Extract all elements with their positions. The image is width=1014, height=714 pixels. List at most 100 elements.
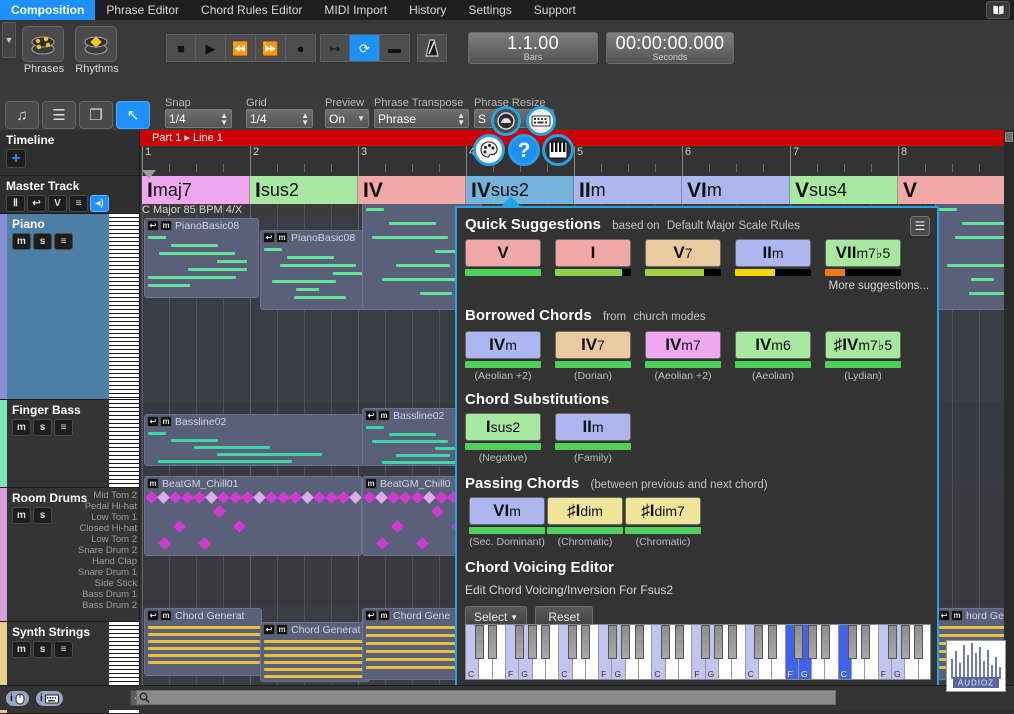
clip-loop-button[interactable]: ↩ bbox=[938, 610, 950, 621]
clip-loop-button[interactable]: ↩ bbox=[365, 610, 377, 621]
phrases-button[interactable]: Phrases bbox=[22, 26, 66, 75]
menu-item-settings[interactable]: Settings bbox=[457, 0, 522, 20]
piano-black-key[interactable] bbox=[528, 625, 537, 659]
knob-icon[interactable] bbox=[491, 106, 521, 136]
voicing-piano-keyboard[interactable]: CFGCFGCFGCFGCFG bbox=[465, 624, 931, 680]
manual-button[interactable] bbox=[986, 1, 1010, 19]
clip[interactable]: ↩mBassline02 bbox=[144, 414, 364, 466]
forward-button[interactable]: ⏩ bbox=[256, 34, 286, 62]
chord-block[interactable]: VIm bbox=[682, 176, 790, 204]
chord-chip[interactable]: IVm7 bbox=[645, 331, 721, 359]
piano-black-key[interactable] bbox=[848, 625, 857, 659]
chord-chip[interactable]: Isus2 bbox=[465, 413, 541, 441]
chord-block[interactable]: IV bbox=[358, 176, 466, 204]
preview-select[interactable]: On▼ bbox=[325, 109, 369, 128]
menu-item-support[interactable]: Support bbox=[523, 0, 587, 20]
clip-mute-button[interactable]: m bbox=[378, 610, 390, 621]
chord-track[interactable]: Imaj7Isus2IVIVsus2IImVImVsus4V bbox=[140, 176, 1004, 204]
piano-black-key[interactable] bbox=[821, 625, 830, 659]
track-button-menu[interactable]: ≡ bbox=[54, 233, 73, 250]
clip-loop-button[interactable]: ↩ bbox=[365, 410, 377, 421]
keyboard-icon[interactable] bbox=[526, 106, 556, 136]
record-button[interactable]: ● bbox=[286, 34, 316, 62]
chord-block[interactable]: Isus2 bbox=[250, 176, 358, 204]
phrase-transpose-spinner-icon[interactable]: ▲▼ bbox=[457, 112, 465, 126]
chord-chip[interactable]: ♯Idim bbox=[547, 497, 623, 525]
piano-black-key[interactable] bbox=[488, 625, 497, 659]
clip-mute-button[interactable]: m bbox=[951, 610, 963, 621]
loop-button[interactable]: ⟳ bbox=[350, 34, 380, 62]
piano-black-key[interactable] bbox=[541, 625, 550, 659]
master-list[interactable]: ≡ bbox=[69, 195, 88, 212]
grid-select[interactable]: 1/4▲▼ bbox=[246, 109, 313, 128]
menu-item-composition[interactable]: Composition bbox=[0, 0, 95, 20]
palette-icon[interactable] bbox=[473, 134, 505, 166]
more-suggestions-link[interactable]: More suggestions... bbox=[829, 280, 929, 292]
clip-loop-button[interactable]: ↩ bbox=[147, 416, 159, 427]
chord-block[interactable]: Vsus4 bbox=[790, 176, 898, 204]
keyboard-info-icon[interactable]: i bbox=[36, 691, 63, 706]
track-button-mute[interactable]: m bbox=[12, 419, 31, 436]
clip[interactable]: ↩mPianoBasic08 bbox=[260, 230, 370, 310]
toolbar-collapse-arrow[interactable]: ▼ bbox=[2, 22, 16, 58]
clip-mute-button[interactable]: m bbox=[160, 220, 172, 231]
rhythms-button[interactable]: Rhythms bbox=[75, 26, 119, 75]
phrase-transpose-select[interactable]: Phrase▲▼ bbox=[374, 109, 469, 128]
chord-chip[interactable]: IV7 bbox=[555, 331, 631, 359]
position-bars-display[interactable]: 1.1.00 Bars bbox=[468, 32, 598, 64]
add-timeline-button[interactable]: + bbox=[6, 149, 26, 168]
playhead-marker[interactable] bbox=[142, 170, 156, 179]
chord-chip[interactable]: ♯Idim7 bbox=[625, 497, 701, 525]
piano-icon[interactable] bbox=[542, 134, 574, 166]
piano-black-key[interactable] bbox=[861, 625, 870, 659]
stop-button[interactable]: ■ bbox=[166, 34, 196, 62]
master-loop[interactable]: ↩ bbox=[27, 195, 46, 212]
structure-tool[interactable]: ☰ bbox=[42, 101, 76, 129]
metronome-button[interactable] bbox=[417, 34, 447, 62]
chord-chip[interactable]: ♯IVm7♭5 bbox=[825, 331, 901, 359]
chord-chip[interactable]: V bbox=[465, 239, 541, 267]
search-input[interactable] bbox=[136, 690, 836, 705]
menu-item-history[interactable]: History bbox=[398, 0, 457, 20]
preview-spinner-icon[interactable]: ▼ bbox=[357, 115, 365, 122]
clip-mute-button[interactable]: m bbox=[365, 478, 377, 489]
mouse-info-icon[interactable]: i bbox=[6, 691, 29, 706]
piano-black-key[interactable] bbox=[675, 625, 684, 659]
note-tool[interactable]: ♫ bbox=[5, 101, 39, 129]
chord-block[interactable]: IIm bbox=[574, 176, 682, 204]
piano-black-key[interactable] bbox=[888, 625, 897, 659]
clip-loop-button[interactable]: ↩ bbox=[263, 624, 275, 635]
track-button-mute[interactable]: m bbox=[12, 233, 31, 250]
range-button[interactable]: ↦ bbox=[320, 34, 350, 62]
help-icon[interactable]: ? bbox=[508, 134, 540, 166]
piano-black-key[interactable] bbox=[475, 625, 484, 659]
piano-black-key[interactable] bbox=[568, 625, 577, 659]
piano-black-key[interactable] bbox=[621, 625, 630, 659]
master-speaker[interactable]: ◂) bbox=[90, 195, 109, 212]
clip-mute-button[interactable]: m bbox=[378, 410, 390, 421]
piano-black-key[interactable] bbox=[635, 625, 644, 659]
rewind-button[interactable]: ⏪ bbox=[226, 34, 256, 62]
grid-spinner-icon[interactable]: ▲▼ bbox=[301, 112, 309, 126]
clip-mute-button[interactable]: m bbox=[147, 478, 159, 489]
clip-mute-button[interactable]: m bbox=[276, 624, 288, 635]
menu-item-midi-import[interactable]: MIDI Import bbox=[313, 0, 398, 20]
track-button-solo[interactable]: s bbox=[33, 419, 52, 436]
chord-chip[interactable]: IVm6 bbox=[735, 331, 811, 359]
track-button-menu[interactable]: ≡ bbox=[54, 419, 73, 436]
clip[interactable]: ↩mianoBasic0 bbox=[935, 190, 1004, 310]
chord-chip[interactable]: IIm bbox=[555, 413, 631, 441]
snap-select[interactable]: 1/4▲▼ bbox=[165, 109, 232, 128]
clip-loop-button[interactable]: ↩ bbox=[147, 610, 159, 621]
clip[interactable]: ↩mChord Generat bbox=[260, 622, 370, 682]
position-seconds-display[interactable]: 00:00:00.000 Seconds bbox=[606, 32, 734, 64]
master-meter[interactable]: Ⅱ bbox=[6, 195, 25, 212]
piano-black-key[interactable] bbox=[661, 625, 670, 659]
piano-black-key[interactable] bbox=[914, 625, 923, 659]
chord-block[interactable]: V bbox=[898, 176, 1004, 204]
track-header-finger-bass[interactable]: Finger Bassms≡ bbox=[0, 400, 139, 488]
hamburger-icon[interactable]: ☰ bbox=[910, 216, 930, 236]
track-button-menu[interactable]: ≡ bbox=[54, 641, 73, 658]
piano-black-key[interactable] bbox=[608, 625, 617, 659]
track-header-room-drums[interactable]: Room DrumsmsMid Tom 2Pedal Hi-hatLow Tom… bbox=[0, 488, 139, 622]
